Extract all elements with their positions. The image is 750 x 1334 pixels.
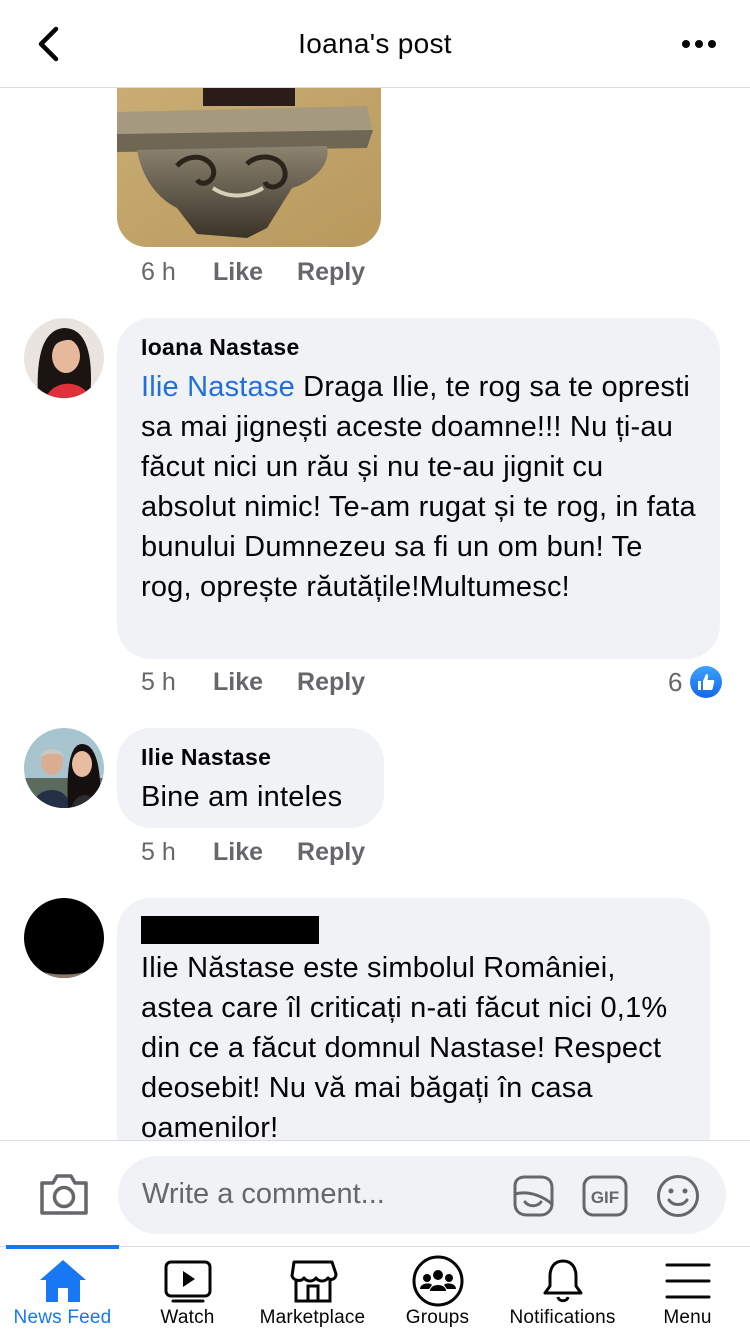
- menu-icon: [665, 1263, 710, 1299]
- camera-icon: [40, 1174, 88, 1215]
- like-button[interactable]: Like: [213, 838, 263, 867]
- avatar-image: [24, 898, 104, 978]
- comment-bubble[interactable]: Ilie Năstase este simbolul României, ast…: [117, 898, 710, 1140]
- comment-time: 5 h: [141, 668, 176, 696]
- camera-button[interactable]: [38, 1171, 90, 1217]
- like-button[interactable]: Like: [213, 668, 263, 697]
- page-title: Ioana's post: [298, 28, 452, 59]
- comment-text: Ilie Năstase este simbolul României, ast…: [141, 952, 668, 1140]
- avatar-image: [24, 318, 104, 398]
- comment-time: 5 h: [141, 838, 176, 866]
- comment-bubble[interactable]: Ioana Nastase Ilie Nastase Draga Ilie, t…: [117, 318, 720, 659]
- groups-icon: [412, 1255, 463, 1307]
- tab-label: Menu: [663, 1307, 712, 1328]
- comment-input[interactable]: Write a comment... GIF: [118, 1156, 726, 1234]
- tab-label: Notifications: [509, 1307, 616, 1328]
- comment-author[interactable]: Ilie Nastase: [141, 744, 360, 771]
- more-options-button[interactable]: [674, 22, 724, 66]
- reaction-summary[interactable]: 6: [668, 666, 723, 698]
- reply-button[interactable]: Reply: [297, 258, 365, 287]
- like-button[interactable]: Like: [213, 258, 263, 287]
- sticker-icon: [513, 1175, 554, 1217]
- tab-groups[interactable]: Groups: [375, 1247, 500, 1334]
- watch-icon: [164, 1260, 211, 1303]
- avatar[interactable]: [24, 318, 104, 398]
- redacted-name: [141, 916, 319, 944]
- reply-button[interactable]: Reply: [297, 838, 365, 867]
- gif-button[interactable]: GIF: [582, 1173, 628, 1219]
- tab-menu[interactable]: Menu: [625, 1247, 750, 1334]
- comment-author[interactable]: Ioana Nastase: [141, 334, 696, 361]
- comment-time: 6 h: [141, 258, 176, 286]
- reaction-count: 6: [668, 666, 683, 697]
- comment-input-placeholder: Write a comment...: [142, 1178, 385, 1210]
- avatar-image: [24, 728, 104, 808]
- photo-image: [117, 88, 381, 247]
- marketplace-icon: [290, 1260, 337, 1303]
- bottom-tab-bar: News Feed Watch Marketplace Groups Notif…: [0, 1245, 750, 1334]
- tab-label: Watch: [160, 1307, 215, 1328]
- tab-marketplace[interactable]: Marketplace: [250, 1247, 375, 1334]
- emoji-icon: [657, 1175, 699, 1217]
- top-bar: Ioana's post: [0, 0, 750, 88]
- comment-body: Draga Ilie, te rog sa te opresti sa mai …: [141, 371, 696, 603]
- comment-composer: Write a comment... GIF: [0, 1140, 750, 1246]
- avatar[interactable]: [24, 728, 104, 808]
- comment-text: Ilie Nastase Draga Ilie, te rog sa te op…: [141, 367, 696, 607]
- tab-watch[interactable]: Watch: [125, 1247, 250, 1334]
- comment-text: Bine am inteles: [141, 781, 343, 813]
- comment-actions: 5 h Like Reply: [141, 668, 399, 697]
- comment-bubble[interactable]: Ilie Nastase Bine am inteles: [117, 728, 384, 828]
- reply-button[interactable]: Reply: [297, 668, 365, 697]
- svg-text:GIF: GIF: [591, 1188, 619, 1207]
- tab-notifications[interactable]: Notifications: [500, 1247, 625, 1334]
- bell-icon: [543, 1259, 582, 1303]
- gif-icon: GIF: [582, 1175, 628, 1217]
- mention-link[interactable]: Ilie Nastase: [141, 371, 295, 403]
- comments-feed[interactable]: 6 h Like Reply Ioana Nastase Ilie Nastas…: [0, 88, 750, 1140]
- home-icon: [39, 1260, 86, 1302]
- thumbs-up-icon: [690, 666, 723, 698]
- tab-label: Groups: [405, 1307, 470, 1328]
- tab-label: Marketplace: [259, 1307, 366, 1328]
- avatar[interactable]: [24, 898, 104, 978]
- more-dots-icon: [682, 40, 716, 48]
- tab-news-feed[interactable]: News Feed: [0, 1247, 125, 1334]
- comment-photo[interactable]: [117, 88, 381, 247]
- sticker-button[interactable]: [510, 1173, 556, 1219]
- tab-label: News Feed: [13, 1307, 112, 1328]
- comment-actions: 6 h Like Reply: [141, 258, 399, 287]
- comment-actions: 5 h Like Reply: [141, 838, 399, 867]
- emoji-button[interactable]: [655, 1173, 701, 1219]
